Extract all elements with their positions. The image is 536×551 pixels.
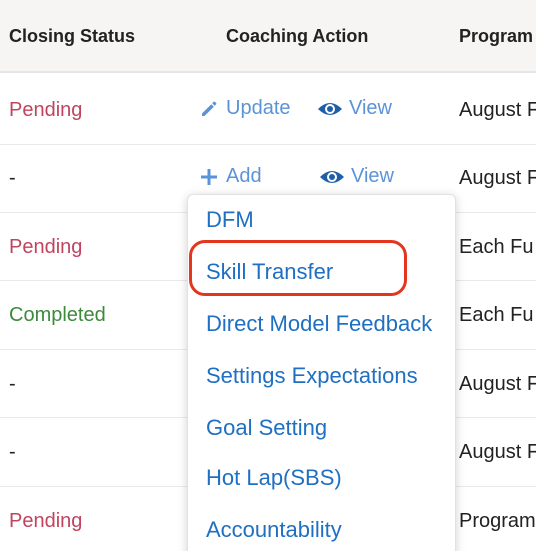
- header-program[interactable]: Program: [459, 26, 533, 47]
- program-cell: August F: [459, 99, 536, 121]
- eye-icon: [317, 98, 343, 120]
- menu-item-accountability[interactable]: Accountability: [206, 517, 342, 543]
- menu-item-dfm[interactable]: DFM: [206, 207, 254, 233]
- program-cell: August F: [459, 373, 536, 395]
- add-link[interactable]: Add: [198, 165, 262, 188]
- closing-status-cell: -: [9, 167, 16, 189]
- menu-item-goal-setting[interactable]: Goal Setting: [206, 415, 327, 441]
- program-cell: August F: [459, 441, 536, 463]
- header-coaching-action[interactable]: Coaching Action: [226, 26, 368, 47]
- view-link[interactable]: View: [317, 97, 392, 120]
- closing-status-cell: Pending: [9, 99, 83, 121]
- pencil-icon: [198, 98, 220, 120]
- program-cell: Each Fu: [459, 304, 534, 326]
- update-link[interactable]: Update: [198, 97, 291, 120]
- table-row: Pending Update View August F: [0, 73, 536, 145]
- view-link[interactable]: View: [319, 165, 394, 188]
- menu-item-skill-transfer[interactable]: Skill Transfer: [206, 259, 333, 285]
- view-label: View: [351, 165, 394, 187]
- coaching-table-page: Closing Status Coaching Action Program P…: [0, 0, 536, 551]
- header-closing-status[interactable]: Closing Status: [9, 26, 135, 47]
- add-label: Add: [226, 165, 262, 187]
- closing-status-cell: -: [9, 373, 16, 395]
- closing-status-cell: Pending: [9, 510, 83, 532]
- closing-status-cell: -: [9, 441, 16, 463]
- closing-status-cell: Completed: [9, 304, 106, 326]
- closing-status-cell: Pending: [9, 236, 83, 258]
- eye-icon: [319, 166, 345, 188]
- coaching-action-dropdown: DFM Skill Transfer Direct Model Feedback…: [187, 194, 456, 551]
- program-cell: August F: [459, 167, 536, 189]
- plus-icon: [198, 166, 220, 188]
- menu-item-direct-model-feedback[interactable]: Direct Model Feedback: [206, 311, 432, 337]
- program-cell: Program: [459, 510, 536, 532]
- update-label: Update: [226, 97, 291, 119]
- menu-item-hot-lap-sbs[interactable]: Hot Lap(SBS): [206, 465, 342, 491]
- view-label: View: [349, 97, 392, 119]
- menu-item-settings-expectations[interactable]: Settings Expectations: [206, 363, 418, 389]
- table-header: Closing Status Coaching Action Program: [0, 0, 536, 73]
- program-cell: Each Fu: [459, 236, 534, 258]
